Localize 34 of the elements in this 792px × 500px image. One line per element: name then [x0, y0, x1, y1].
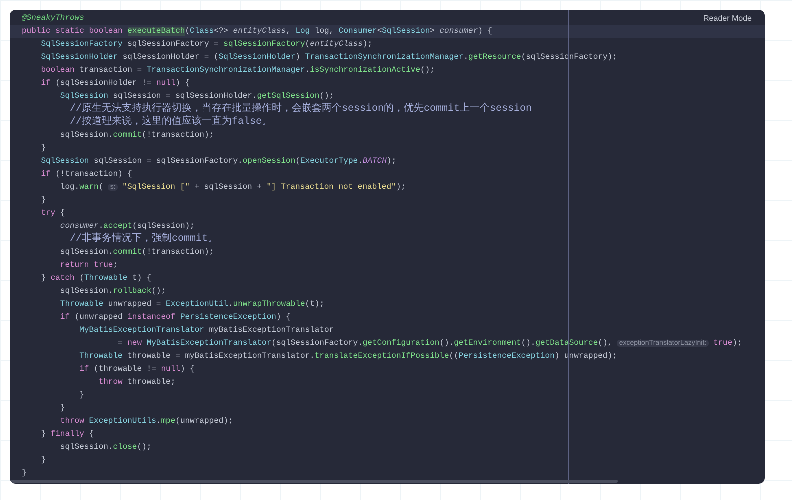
- code-line: sqlSession.commit(!transaction);: [59, 247, 214, 259]
- code-line: try {: [40, 208, 66, 220]
- code-line: if (!transaction) {: [40, 169, 132, 181]
- code-line: //按道理来说，这里的值应该一直为false。: [69, 116, 272, 129]
- code-line: }: [40, 455, 46, 467]
- code-line: } finally {: [40, 429, 94, 441]
- code-line: //非事务情况下，强制commit。: [69, 233, 218, 246]
- code-line: }: [78, 390, 84, 402]
- code-line: if (unwrapped instanceof PersistenceException) {: [59, 312, 291, 324]
- code-line: //原生无法支持执行器切换，当存在批量操作时，会嵌套两个session的，优先commit上一个session: [69, 103, 532, 116]
- code-line: } catch (Throwable t) {: [40, 273, 152, 285]
- code-line: if (throwable != null) {: [78, 364, 195, 376]
- code-line: }: [40, 143, 46, 155]
- code-line: }: [59, 403, 66, 415]
- code-line: return true;: [59, 260, 118, 272]
- code-line: Throwable unwrapped = ExceptionUtil.unwrapThrowable(t);: [59, 299, 324, 311]
- code-line: consumer.accept(sqlSession);: [59, 221, 195, 232]
- code-line: @SneakyThrows: [21, 13, 84, 25]
- code-line: }: [40, 195, 46, 207]
- code-line: sqlSession.close();: [59, 442, 152, 454]
- code-line: if (sqlSessionHolder != null) {: [40, 78, 190, 90]
- code-line: Throwable throwable = myBatisExceptionTranslator.translateExceptionIfPossible((PersistenceException) unwrapped);: [78, 351, 618, 363]
- code-line: MyBatisExceptionTranslator myBatisExceptionTranslator: [78, 325, 334, 337]
- code-line: SqlSessionHolder sqlSessionHolder = (SqlSessionHolder) TransactionSynchronizationManager.getResource(sqlSessionFactory);: [40, 52, 618, 64]
- code-line: sqlSession.rollback();: [59, 286, 166, 298]
- code-line: SqlSessionFactory sqlSessionFactory = sqlSessionFactory(entityClass);: [40, 39, 373, 51]
- code-line: throw throwable;: [98, 377, 176, 389]
- code-line: SqlSession sqlSession = sqlSessionFactory.openSession(ExecutorType.BATCH);: [40, 156, 397, 168]
- code-line: SqlSession sqlSession = sqlSessionHolder.getSqlSession();: [59, 91, 334, 102]
- code-line: sqlSession.commit(!transaction);: [59, 130, 214, 142]
- horizontal-scrollbar[interactable]: [10, 480, 618, 483]
- code-line: boolean transaction = TransactionSynchronizationManager.isSynchronizationActive();: [40, 65, 435, 77]
- code-line: throw ExceptionUtils.mpe(unwrapped);: [59, 416, 234, 428]
- code-line: }: [21, 468, 27, 480]
